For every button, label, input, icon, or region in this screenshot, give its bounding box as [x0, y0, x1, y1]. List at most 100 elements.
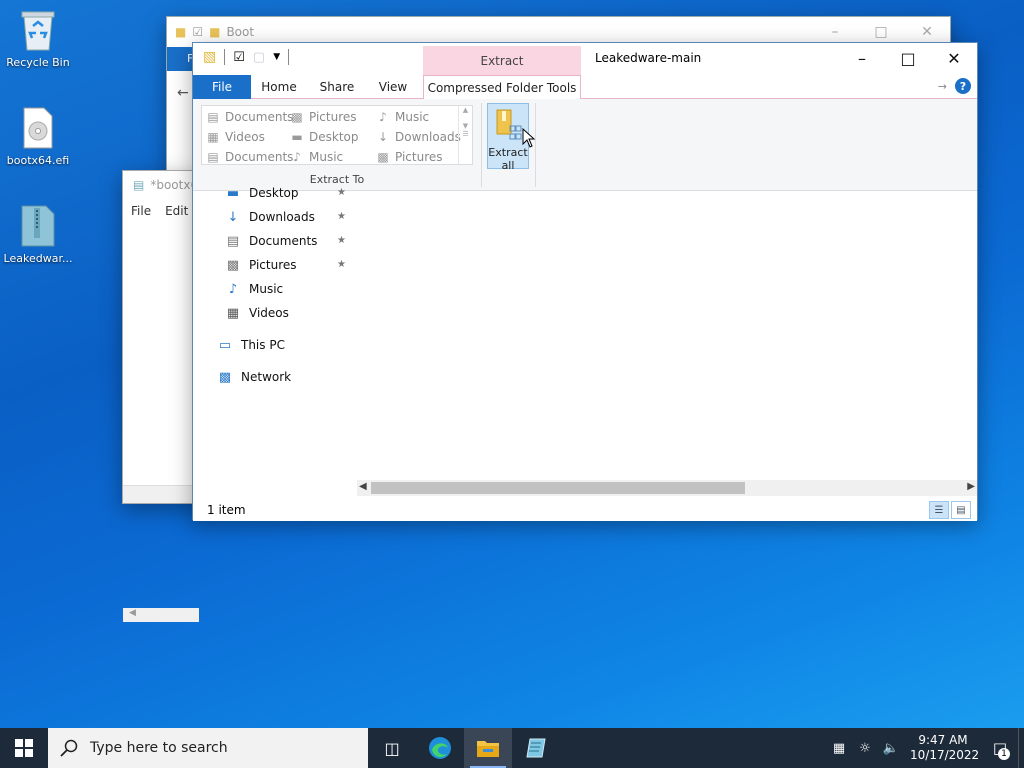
network-icon: ▩ [218, 369, 232, 385]
maximize-icon[interactable]: □ [885, 43, 931, 73]
gallery-item[interactable]: ▩ Pictures [290, 110, 356, 124]
explorer-titlebar[interactable]: ▧ ☑ ▢ ▼ Extract Leakedware-main – □ ✕ [193, 43, 977, 75]
qat-dropdown-icon[interactable]: ▼ [273, 52, 280, 62]
menu-edit[interactable]: Edit [165, 204, 188, 218]
pin-icon[interactable]: ★ [337, 187, 346, 198]
windows-logo-icon [15, 739, 33, 757]
minimize-icon[interactable]: – [839, 43, 885, 73]
boot-window-title: Boot [226, 25, 255, 39]
horizontal-scrollbar[interactable]: ◀ ▶ [357, 480, 977, 496]
tab-file[interactable]: File [193, 75, 251, 99]
file-explorer-button[interactable] [464, 728, 512, 768]
pin-icon[interactable]: ★ [337, 235, 346, 246]
extract-all-icon [496, 109, 522, 140]
nav-item-network[interactable]: ▩ Network [217, 369, 291, 385]
volume-icon[interactable]: 🔈 [878, 741, 904, 756]
pin-icon[interactable]: ★ [337, 211, 346, 222]
notepad-button[interactable] [512, 728, 560, 768]
checkbox-icon: ☑ [192, 25, 204, 39]
gallery-item[interactable]: ♪ Music [290, 150, 343, 164]
tab-home[interactable]: Home [255, 75, 303, 99]
computer-icon: ▭ [218, 337, 232, 353]
scroll-right-icon[interactable]: ▶ [967, 481, 975, 492]
gallery-item[interactable]: ▬ Desktop [290, 130, 358, 144]
window-title: Leakedware-main [595, 51, 702, 65]
extract-all-label: all [501, 159, 515, 172]
desktop-icon-leakedware[interactable]: Leakedwar... [0, 204, 76, 265]
clock[interactable]: 9:47 AM 10/17/2022 [910, 733, 979, 763]
mouse-cursor-icon [522, 128, 536, 148]
news-widget-icon[interactable]: ▦ [826, 741, 852, 756]
desktop-icon: ▬ [226, 185, 240, 201]
nav-item-downloads[interactable]: ↓ Downloads [225, 209, 315, 225]
show-desktop-button[interactable] [1018, 728, 1024, 768]
file-explorer-icon [477, 741, 499, 757]
edge-button[interactable] [416, 728, 464, 768]
details-view-icon[interactable]: ☰ [929, 501, 949, 519]
context-tab-header: Extract [423, 46, 581, 75]
new-folder-icon[interactable]: ▢ [253, 50, 265, 65]
nav-item-music[interactable]: ♪ Music [225, 281, 283, 297]
tab-view[interactable]: View [369, 75, 417, 99]
task-view-button[interactable]: ◫ [368, 728, 416, 768]
search-icon [60, 739, 78, 757]
videos-icon: ▦ [226, 305, 240, 321]
gallery-item[interactable]: ▩ Pictures [376, 150, 442, 164]
gallery-scroll[interactable]: ▲ ▼ ☰ [458, 106, 472, 164]
taskbar-search-box[interactable]: Type here to search [48, 728, 368, 768]
boot-file-tab[interactable]: F [167, 47, 193, 71]
desktop-icon-label: Leakedwar... [3, 252, 73, 265]
pin-icon[interactable]: ★ [337, 259, 346, 270]
large-icons-view-icon[interactable]: ▤ [951, 501, 971, 519]
desktop-icon-bootx64[interactable]: bootx64.efi [0, 106, 76, 167]
status-bar: 1 item ☰ ▤ [193, 499, 977, 521]
ribbon-tabs: File Home Share View Compressed Folder T… [193, 75, 977, 100]
music-icon: ♪ [379, 110, 387, 124]
notepad-titlebar[interactable]: ▤ *bootx6 [123, 171, 199, 199]
notepad-title: *bootx6 [150, 178, 199, 192]
folder-icon: ■ [175, 25, 187, 39]
nav-item-videos[interactable]: ▦ Videos [225, 305, 289, 321]
documents-icon: ▤ [226, 233, 240, 249]
explorer-window[interactable]: ▧ ☑ ▢ ▼ Extract Leakedware-main – □ ✕ Fi… [192, 42, 978, 521]
zip-folder-icon[interactable]: ▧ [203, 49, 216, 65]
desktop-icon-label: bootx64.efi [6, 154, 70, 167]
tab-share[interactable]: Share [313, 75, 361, 99]
nav-item-this-pc[interactable]: ▭ This PC [217, 337, 285, 353]
notepad-hscroll[interactable]: ◀ [123, 608, 199, 622]
music-icon: ♪ [228, 281, 238, 297]
system-tray: ▦ ☼ 🔈 9:47 AM 10/17/2022 □ 1 [826, 728, 1024, 768]
separator [288, 49, 290, 65]
gallery-item[interactable]: ▤ Documents [206, 110, 293, 124]
documents-icon: ▤ [207, 110, 219, 124]
network-icon[interactable]: ☼ [852, 741, 878, 756]
desktop-icon: ▬ [291, 130, 303, 144]
menu-file[interactable]: File [131, 204, 151, 218]
back-arrow-icon[interactable]: ← [177, 85, 189, 101]
gallery-item[interactable]: ▤ Documents [206, 150, 293, 164]
gallery-item[interactable]: ↓ Downloads [376, 130, 461, 144]
close-icon[interactable]: ✕ [931, 43, 977, 73]
tab-compressed-folder-tools[interactable]: Compressed Folder Tools [423, 75, 581, 100]
desktop-icon-recycle-bin[interactable]: Recycle Bin [0, 8, 76, 69]
notepad-statusbar [123, 485, 199, 503]
start-button[interactable] [0, 728, 48, 768]
file-list[interactable] [351, 191, 977, 481]
status-item-count: 1 item [207, 503, 246, 517]
nav-item-documents[interactable]: ▤ Documents [225, 233, 318, 249]
gallery-item[interactable]: ▦ Videos [206, 130, 265, 144]
recycle-bin-icon [18, 8, 58, 52]
properties-icon[interactable]: ☑ [233, 50, 245, 65]
scroll-left-icon[interactable]: ◀ [359, 481, 367, 492]
nav-item-desktop[interactable]: ▬ Desktop [225, 185, 299, 201]
nav-item-pictures[interactable]: ▩ Pictures [225, 257, 297, 273]
help-icon[interactable]: ? [955, 78, 971, 94]
clock-time: 9:47 AM [918, 733, 968, 747]
pin-ribbon-icon[interactable]: → [938, 80, 947, 93]
ribbon-panel: ▤ Documents ▩ Pictures ♪ Music ▦ Videos ▬ Des… [193, 99, 977, 191]
notification-center-button[interactable]: □ 1 [982, 728, 1018, 768]
gallery-item[interactable]: ♪ Music [376, 110, 429, 124]
notepad-window[interactable]: ▤ *bootx6 File Edit ◀ [122, 170, 200, 622]
scroll-thumb[interactable] [371, 482, 745, 494]
desktop-icon-label: Recycle Bin [6, 56, 70, 69]
